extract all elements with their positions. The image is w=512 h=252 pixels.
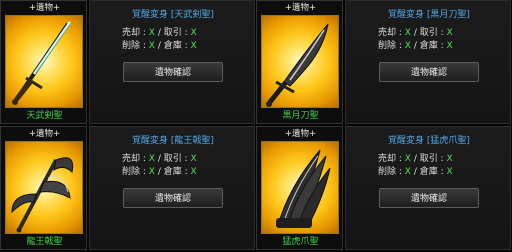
storage-value: X — [190, 167, 197, 177]
trade-value: X — [446, 154, 453, 164]
sell-label: 売却 — [122, 154, 141, 164]
delete-storage-row: 削除 : X / 倉庫 : X — [122, 41, 197, 51]
sell-trade-row: 売却 : X / 取引 : X — [122, 28, 197, 38]
relic-card: +遺物+ 天武剣聖 覚醒変身 [天武剣聖] 売却 : X / 取引 : X 削除… — [0, 0, 255, 124]
delete-label: 削除 — [378, 41, 397, 51]
info-panel: 覚醒変身 [黒月刀聖] 売却 : X / 取引 : X 削除 : X / 倉庫 … — [345, 0, 511, 124]
trade-label: 取引 — [163, 154, 182, 164]
storage-value: X — [446, 41, 453, 51]
claw-icon — [276, 149, 331, 228]
delete-value: X — [148, 41, 155, 51]
curved-blade-icon — [266, 23, 329, 107]
trade-value: X — [446, 28, 453, 38]
delete-label: 削除 — [122, 41, 141, 51]
sell-value: X — [404, 154, 411, 164]
sell-trade-row: 売却 : X / 取引 : X — [122, 154, 197, 164]
item-panel: +遺物+ 天武剣聖 — [0, 0, 87, 124]
storage-label: 倉庫 — [419, 167, 438, 177]
item-panel: +遺物+ 龍王戟聖 — [0, 126, 87, 250]
transform-title: 覚醒変身 [龍王戟聖] — [132, 136, 214, 146]
relic-tag: +遺物+ — [28, 3, 61, 13]
item-slot[interactable] — [5, 141, 83, 234]
delete-value: X — [148, 167, 155, 177]
trade-value: X — [190, 28, 197, 38]
trade-label: 取引 — [163, 28, 182, 38]
item-name: 天武剣聖 — [26, 111, 63, 121]
delete-storage-row: 削除 : X / 倉庫 : X — [378, 167, 453, 177]
trade-label: 取引 — [419, 28, 438, 38]
relic-card: +遺物+ 猛虎爪聖 覚醒変身 [猛虎爪聖] 売却 : X / 取引 : X 削除… — [256, 126, 511, 250]
relic-tag: +遺物+ — [284, 3, 317, 13]
transform-title: 覚醒変身 [黒月刀聖] — [388, 10, 470, 20]
sell-trade-row: 売却 : X / 取引 : X — [378, 28, 453, 38]
relic-tag: +遺物+ — [28, 129, 61, 139]
delete-value: X — [404, 167, 411, 177]
trade-label: 取引 — [419, 154, 438, 164]
sell-label: 売却 — [378, 154, 397, 164]
item-name: 黒月刀聖 — [282, 111, 319, 121]
relic-tag: +遺物+ — [284, 129, 317, 139]
sell-label: 売却 — [122, 28, 141, 38]
storage-label: 倉庫 — [163, 167, 182, 177]
item-slot[interactable] — [261, 15, 339, 108]
storage-value: X — [446, 167, 453, 177]
delete-storage-row: 削除 : X / 倉庫 : X — [122, 167, 197, 177]
straight-sword-icon — [12, 21, 72, 105]
info-panel: 覚醒変身 [天武剣聖] 売却 : X / 取引 : X 削除 : X / 倉庫 … — [89, 0, 255, 124]
transform-title: 覚醒変身 [猛虎爪聖] — [388, 136, 470, 146]
item-panel: +遺物+ 黒月刀聖 — [256, 0, 343, 124]
trade-value: X — [190, 154, 197, 164]
delete-label: 削除 — [378, 167, 397, 177]
item-panel: +遺物+ 猛虎爪聖 — [256, 126, 343, 250]
info-panel: 覚醒変身 [龍王戟聖] 売却 : X / 取引 : X 削除 : X / 倉庫 … — [89, 126, 255, 250]
relic-grid: +遺物+ 天武剣聖 覚醒変身 [天武剣聖] 売却 : X / 取引 : X 削除… — [0, 0, 512, 252]
storage-label: 倉庫 — [163, 41, 182, 51]
sell-label: 売却 — [378, 28, 397, 38]
relic-card: +遺物+ 龍王戟聖 覚醒変身 [龍王戟聖] 売却 : X / 取引 : X 削除… — [0, 126, 255, 250]
storage-value: X — [190, 41, 197, 51]
delete-label: 削除 — [122, 167, 141, 177]
delete-value: X — [404, 41, 411, 51]
item-slot[interactable] — [261, 141, 339, 234]
item-slot[interactable] — [5, 15, 83, 108]
halberd-icon — [11, 157, 74, 233]
item-name: 龍王戟聖 — [26, 237, 63, 247]
storage-label: 倉庫 — [419, 41, 438, 51]
confirm-relic-button[interactable]: 遺物確認 — [379, 62, 479, 82]
sell-value: X — [148, 28, 155, 38]
confirm-relic-button[interactable]: 遺物確認 — [123, 62, 223, 82]
sell-value: X — [404, 28, 411, 38]
confirm-relic-button[interactable]: 遺物確認 — [123, 188, 223, 208]
confirm-relic-button[interactable]: 遺物確認 — [379, 188, 479, 208]
delete-storage-row: 削除 : X / 倉庫 : X — [378, 41, 453, 51]
sell-value: X — [148, 154, 155, 164]
relic-card: +遺物+ 黒月刀聖 覚醒変身 [黒月刀聖] 売却 : X / 取引 : X 削除… — [256, 0, 511, 124]
transform-title: 覚醒変身 [天武剣聖] — [132, 10, 214, 20]
sell-trade-row: 売却 : X / 取引 : X — [378, 154, 453, 164]
item-name: 猛虎爪聖 — [282, 237, 319, 247]
info-panel: 覚醒変身 [猛虎爪聖] 売却 : X / 取引 : X 削除 : X / 倉庫 … — [345, 126, 511, 250]
